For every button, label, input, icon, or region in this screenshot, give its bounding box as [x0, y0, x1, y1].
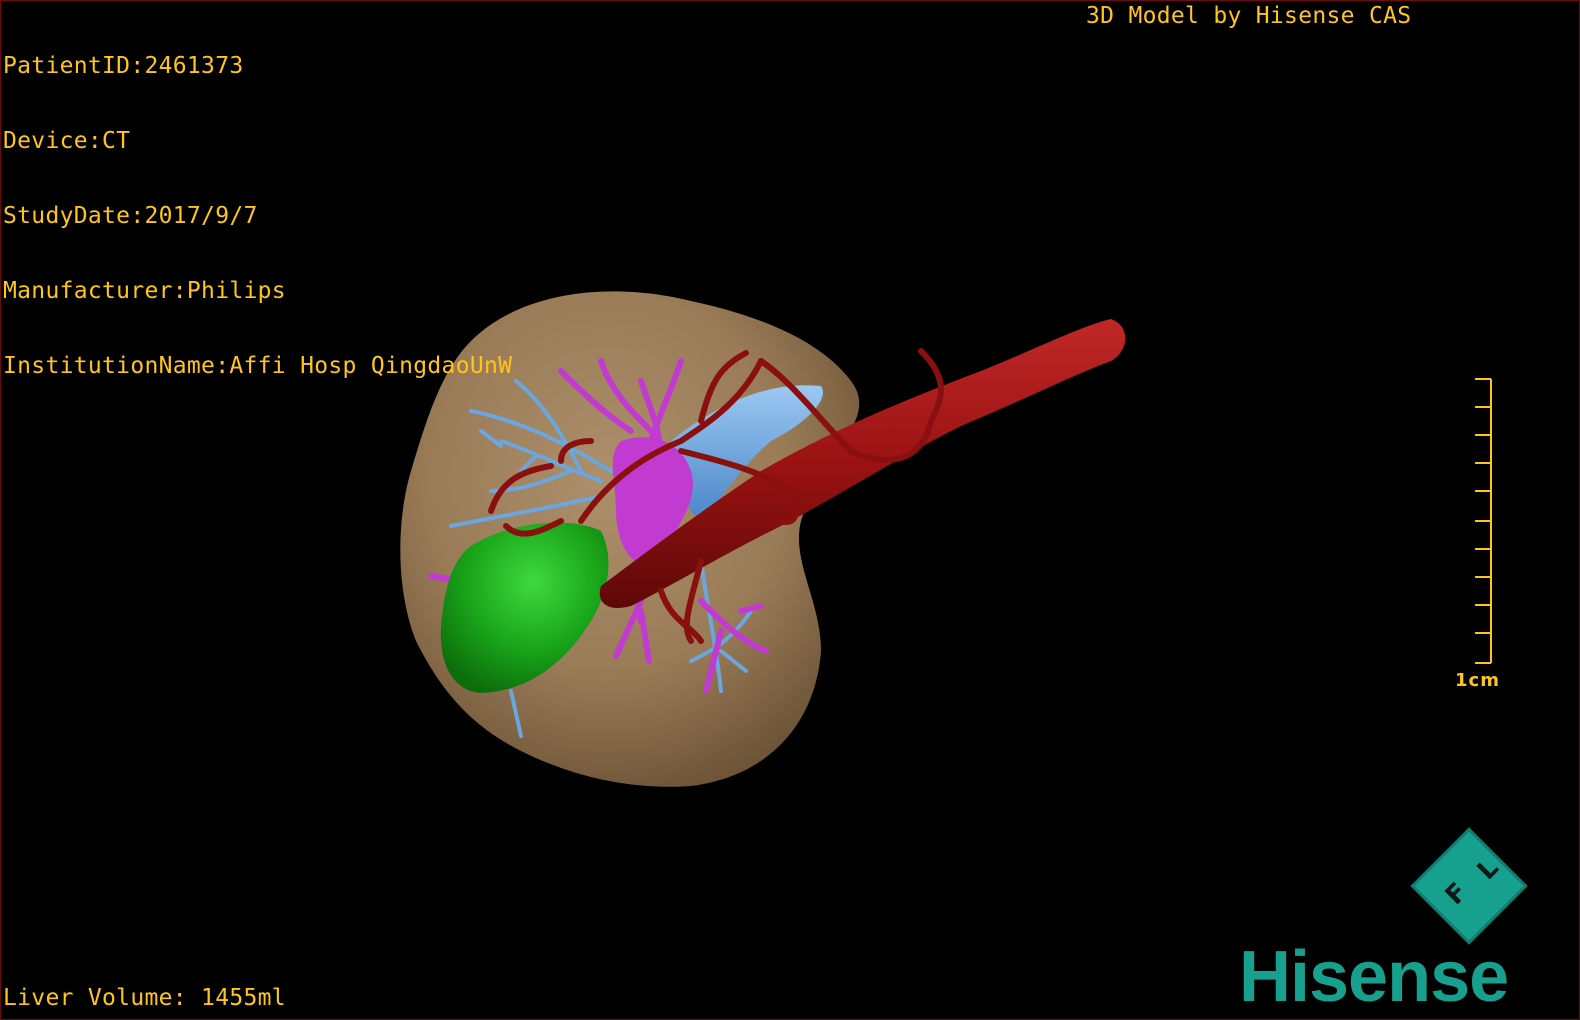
scale-bar-ticks — [1475, 378, 1492, 664]
device: Device:CT — [3, 128, 131, 154]
study-date: StudyDate:2017/9/7 — [3, 203, 258, 229]
scale-bar-label: 1cm — [1455, 670, 1500, 691]
manufacturer: Manufacturer:Philips — [3, 278, 286, 304]
patient-id: PatientID:2461373 — [3, 53, 244, 79]
model-brand-text: 3D Model by Hisense CAS — [1086, 3, 1412, 29]
orientation-cube-icon — [1410, 827, 1528, 945]
institution-name: InstitutionName:Affi Hosp QingdaoUnW — [3, 353, 513, 379]
hisense-logo: Hisense — [1239, 937, 1509, 1017]
patient-info-block: PatientID:2461373 Device:CT StudyDate:20… — [3, 4, 512, 429]
liver-volume: Liver Volume: 1455ml — [3, 985, 286, 1011]
3d-viewport[interactable]: F L PatientID:2461373 Device:CT StudyDat… — [0, 0, 1580, 1020]
